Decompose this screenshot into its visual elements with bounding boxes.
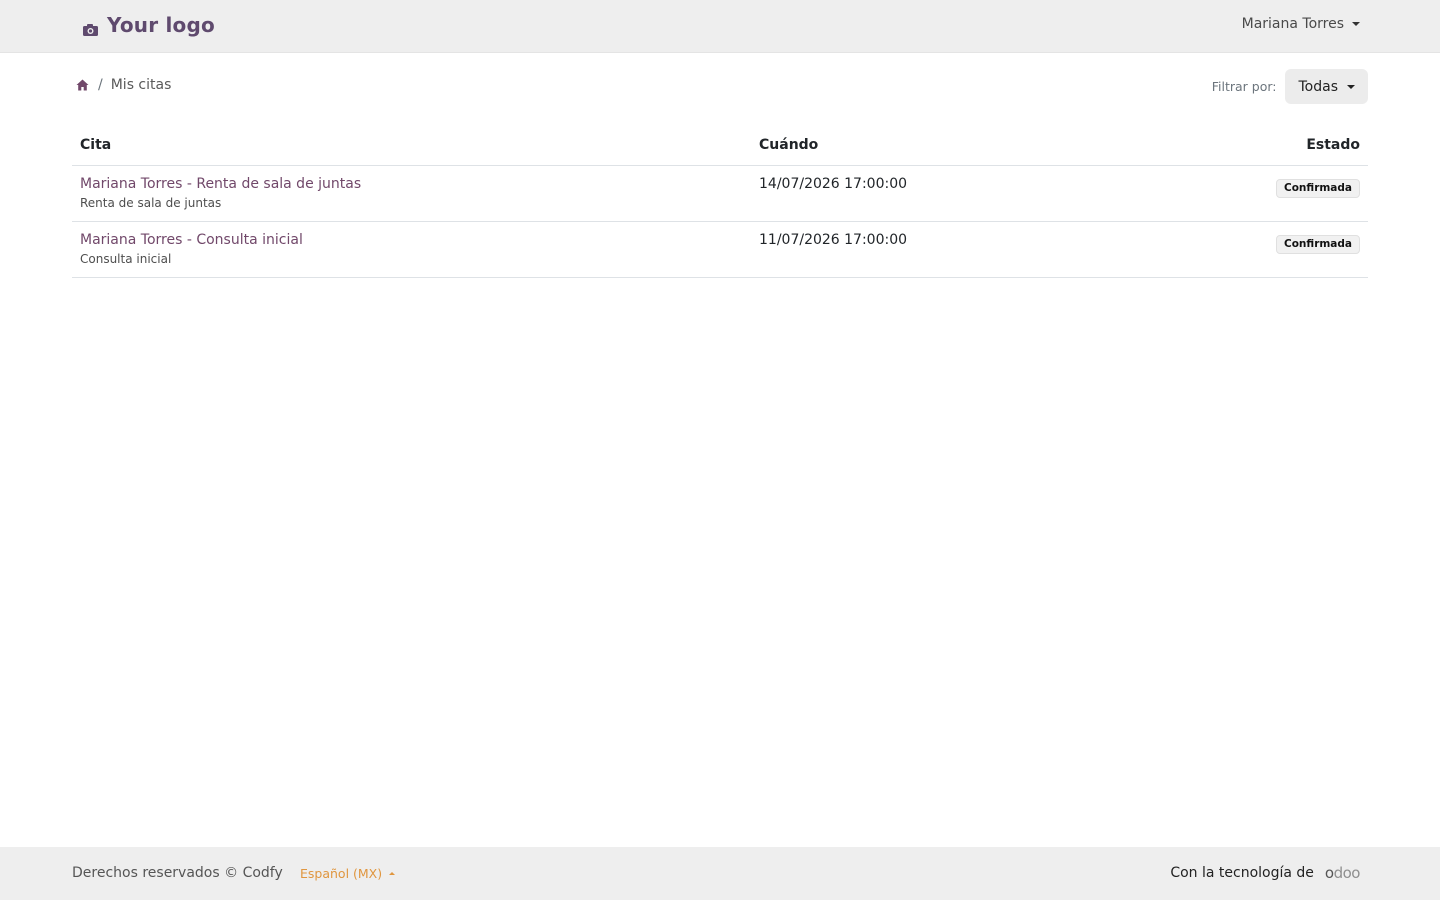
appointments-table: Cita Cuándo Estado Mariana Torres - Rent…: [72, 125, 1368, 278]
user-menu-toggle[interactable]: Mariana Torres: [1242, 16, 1360, 32]
appointment-link[interactable]: Mariana Torres - Consulta inicial: [80, 232, 759, 249]
appointment-link[interactable]: Mariana Torres - Renta de sala de juntas: [80, 176, 759, 193]
table-header: Cita Cuándo Estado: [72, 125, 1368, 166]
filter-label: Filtrar por:: [1211, 79, 1277, 94]
header-cita: Cita: [80, 137, 112, 153]
user-name: Mariana Torres: [1241, 16, 1344, 32]
caret-down-icon: [1347, 84, 1355, 89]
filter-dropdown[interactable]: Todas: [1284, 69, 1368, 104]
table-row: Mariana Torres - Consulta inicial Consul…: [72, 222, 1368, 278]
breadcrumb-separator: /: [98, 77, 103, 93]
copyright-text: Derechos reservados © Codfy: [72, 865, 283, 881]
appointment-datetime: 14/07/2026 17:00:00: [759, 176, 908, 192]
powered-by-text: Con la tecnología de: [1170, 865, 1314, 881]
footer: Derechos reservados © Codfy Español (MX)…: [0, 847, 1440, 900]
appointment-type: Renta de sala de juntas: [80, 196, 222, 210]
odoo-logo-first: o: [1324, 864, 1334, 882]
odoo-logo-rest: doo: [1333, 864, 1361, 882]
logo-text: Your logo: [107, 13, 215, 37]
top-navbar: Your logo Mariana Torres: [0, 0, 1440, 53]
breadcrumb-current: Mis citas: [110, 77, 172, 93]
odoo-logo[interactable]: odoo: [1324, 864, 1361, 882]
home-icon[interactable]: [76, 79, 89, 91]
status-badge: Confirmada: [1276, 235, 1360, 254]
cita-cell: Mariana Torres - Consulta inicial Consul…: [72, 232, 759, 266]
camera-icon: [82, 18, 99, 36]
language-selector[interactable]: Español (MX): [300, 866, 396, 881]
caret-up-icon: [389, 872, 396, 875]
filter-selected: Todas: [1298, 78, 1339, 95]
status-badge: Confirmada: [1276, 179, 1360, 198]
cita-cell: Mariana Torres - Renta de sala de juntas…: [72, 176, 759, 210]
estado-cell: Confirmada: [1179, 176, 1368, 198]
appointment-datetime: 11/07/2026 17:00:00: [759, 232, 908, 248]
breadcrumb: / Mis citas: [76, 77, 171, 93]
filter-group: Filtrar por: Todas: [1212, 69, 1368, 104]
appointment-type: Consulta inicial: [80, 252, 172, 266]
caret-down-icon: [1352, 22, 1360, 26]
powered-by: Con la tecnología de odoo: [1170, 864, 1360, 882]
header-cuando: Cuándo: [759, 137, 819, 153]
table-row: Mariana Torres - Renta de sala de juntas…: [72, 166, 1368, 222]
estado-cell: Confirmada: [1179, 232, 1368, 254]
site-logo[interactable]: Your logo: [82, 13, 215, 37]
language-label: Español (MX): [300, 866, 383, 881]
header-estado: Estado: [1306, 137, 1360, 153]
